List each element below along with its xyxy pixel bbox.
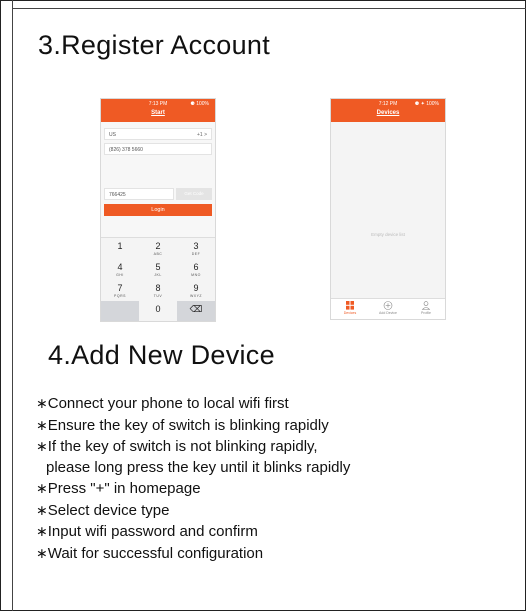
status-battery: ⚈ ✦ 100% bbox=[414, 101, 439, 107]
tab-label: Devices bbox=[343, 311, 357, 315]
key-digit: 8 bbox=[155, 283, 161, 293]
instruction-item: ∗Ensure the key of switch is blinking ra… bbox=[36, 416, 329, 434]
key-digit: 4 bbox=[117, 262, 123, 272]
numeric-keypad: 1 2 ABC 3 DEF 4 GHI 5 JKL 6 MNO 7 PQRS 8 TUV 9 WXYZ 0 ⌫ bbox=[101, 237, 215, 321]
keypad-key[interactable]: 8 TUV bbox=[139, 280, 177, 301]
section-title-register: 3.Register Account bbox=[38, 30, 271, 60]
devices-header: 7:12 PM ⚈ ✦ 100% Devices bbox=[331, 99, 445, 122]
login-button[interactable]: Login bbox=[104, 204, 212, 216]
login-title: Start bbox=[151, 110, 165, 116]
keypad-key[interactable]: 0 bbox=[139, 301, 177, 321]
key-letters: PQRS bbox=[114, 294, 126, 298]
keypad-key[interactable]: 5 JKL bbox=[139, 259, 177, 280]
instruction-item: ∗Connect your phone to local wifi first bbox=[36, 395, 289, 412]
keypad-key[interactable]: 6 MNO bbox=[177, 259, 215, 280]
phone-number-field[interactable]: (826) 378 5660 bbox=[104, 143, 212, 155]
key-digit: 9 bbox=[193, 283, 199, 293]
key-digit: 2 bbox=[155, 241, 161, 251]
get-code-button[interactable]: Get Code bbox=[176, 188, 212, 200]
phone-devices-screenshot: 7:12 PM ⚈ ✦ 100% Devices Empty device li… bbox=[330, 98, 446, 320]
country-label: US bbox=[109, 132, 116, 138]
key-letters: WXYZ bbox=[189, 294, 203, 298]
tab-devices[interactable]: Devices bbox=[331, 301, 369, 315]
country-field[interactable]: US +1 > bbox=[104, 128, 212, 140]
key-letters: TUV bbox=[153, 294, 163, 298]
keypad-key[interactable]: 4 GHI bbox=[101, 259, 139, 280]
tab-label: Add Device bbox=[379, 311, 397, 315]
tab-add-device[interactable]: Add Device bbox=[369, 301, 407, 315]
key-letters: GHI bbox=[116, 273, 124, 277]
tab-profile[interactable]: Profile bbox=[407, 301, 445, 315]
keypad-key[interactable]: ⌫ bbox=[177, 301, 215, 321]
keypad-key[interactable]: 2 ABC bbox=[139, 238, 177, 259]
key-letters: JKL bbox=[154, 273, 162, 277]
keypad-key[interactable]: 9 WXYZ bbox=[177, 280, 215, 301]
instruction-item: ∗Press "+" in homepage bbox=[36, 480, 201, 497]
devices-list: Empty device list bbox=[331, 122, 445, 299]
tab-label: Profile bbox=[421, 311, 431, 315]
login-form: US +1 > (826) 378 5660 766425 Get Code L… bbox=[101, 122, 215, 237]
country-code: +1 > bbox=[196, 132, 207, 138]
keypad-key[interactable] bbox=[101, 301, 139, 321]
key-letters: DEF bbox=[191, 252, 201, 256]
left-rule bbox=[12, 0, 13, 611]
instruction-list: ∗Connect your phone to local wifi first … bbox=[36, 393, 350, 564]
key-letters: MNO bbox=[191, 273, 201, 277]
instruction-item: ∗If the key of switch is not blinking ra… bbox=[36, 438, 318, 455]
phone-login-screenshot: 7:13 PM ⚈ 100% Start US +1 > (826) 378 5… bbox=[100, 98, 216, 322]
empty-list-text: Empty device list bbox=[371, 232, 405, 237]
key-digit: 1 bbox=[117, 241, 123, 251]
instruction-item: please long press the key until it blink… bbox=[46, 458, 351, 476]
key-digit: 6 bbox=[193, 262, 199, 272]
key-digit: 3 bbox=[193, 241, 199, 251]
key-digit: 7 bbox=[117, 283, 123, 293]
top-rule bbox=[12, 8, 526, 9]
instruction-item: ∗Select device type bbox=[36, 501, 170, 519]
status-battery: ⚈ 100% bbox=[190, 101, 209, 107]
tab-bar: Devices Add Device Profile bbox=[331, 298, 445, 319]
grid-icon bbox=[331, 301, 369, 310]
key-digit: ⌫ bbox=[189, 304, 203, 314]
keypad-key[interactable]: 3 DEF bbox=[177, 238, 215, 259]
instruction-item: ∗Wait for successful configuration bbox=[36, 544, 264, 562]
instruction-item: ∗Input wifi password and confirm bbox=[36, 523, 258, 540]
user-icon bbox=[407, 301, 445, 310]
verification-code-field[interactable]: 766425 bbox=[104, 188, 174, 200]
devices-title: Devices bbox=[376, 110, 400, 116]
key-digit: 0 bbox=[155, 304, 161, 314]
key-letters: ABC bbox=[153, 252, 163, 256]
keypad-key[interactable]: 7 PQRS bbox=[101, 280, 139, 301]
plus-circle-icon bbox=[369, 301, 407, 310]
keypad-key[interactable]: 1 bbox=[101, 238, 139, 259]
section-title-add-device: 4.Add New Device bbox=[48, 340, 275, 370]
login-header: 7:13 PM ⚈ 100% Start bbox=[101, 99, 215, 122]
key-digit: 5 bbox=[155, 262, 161, 272]
